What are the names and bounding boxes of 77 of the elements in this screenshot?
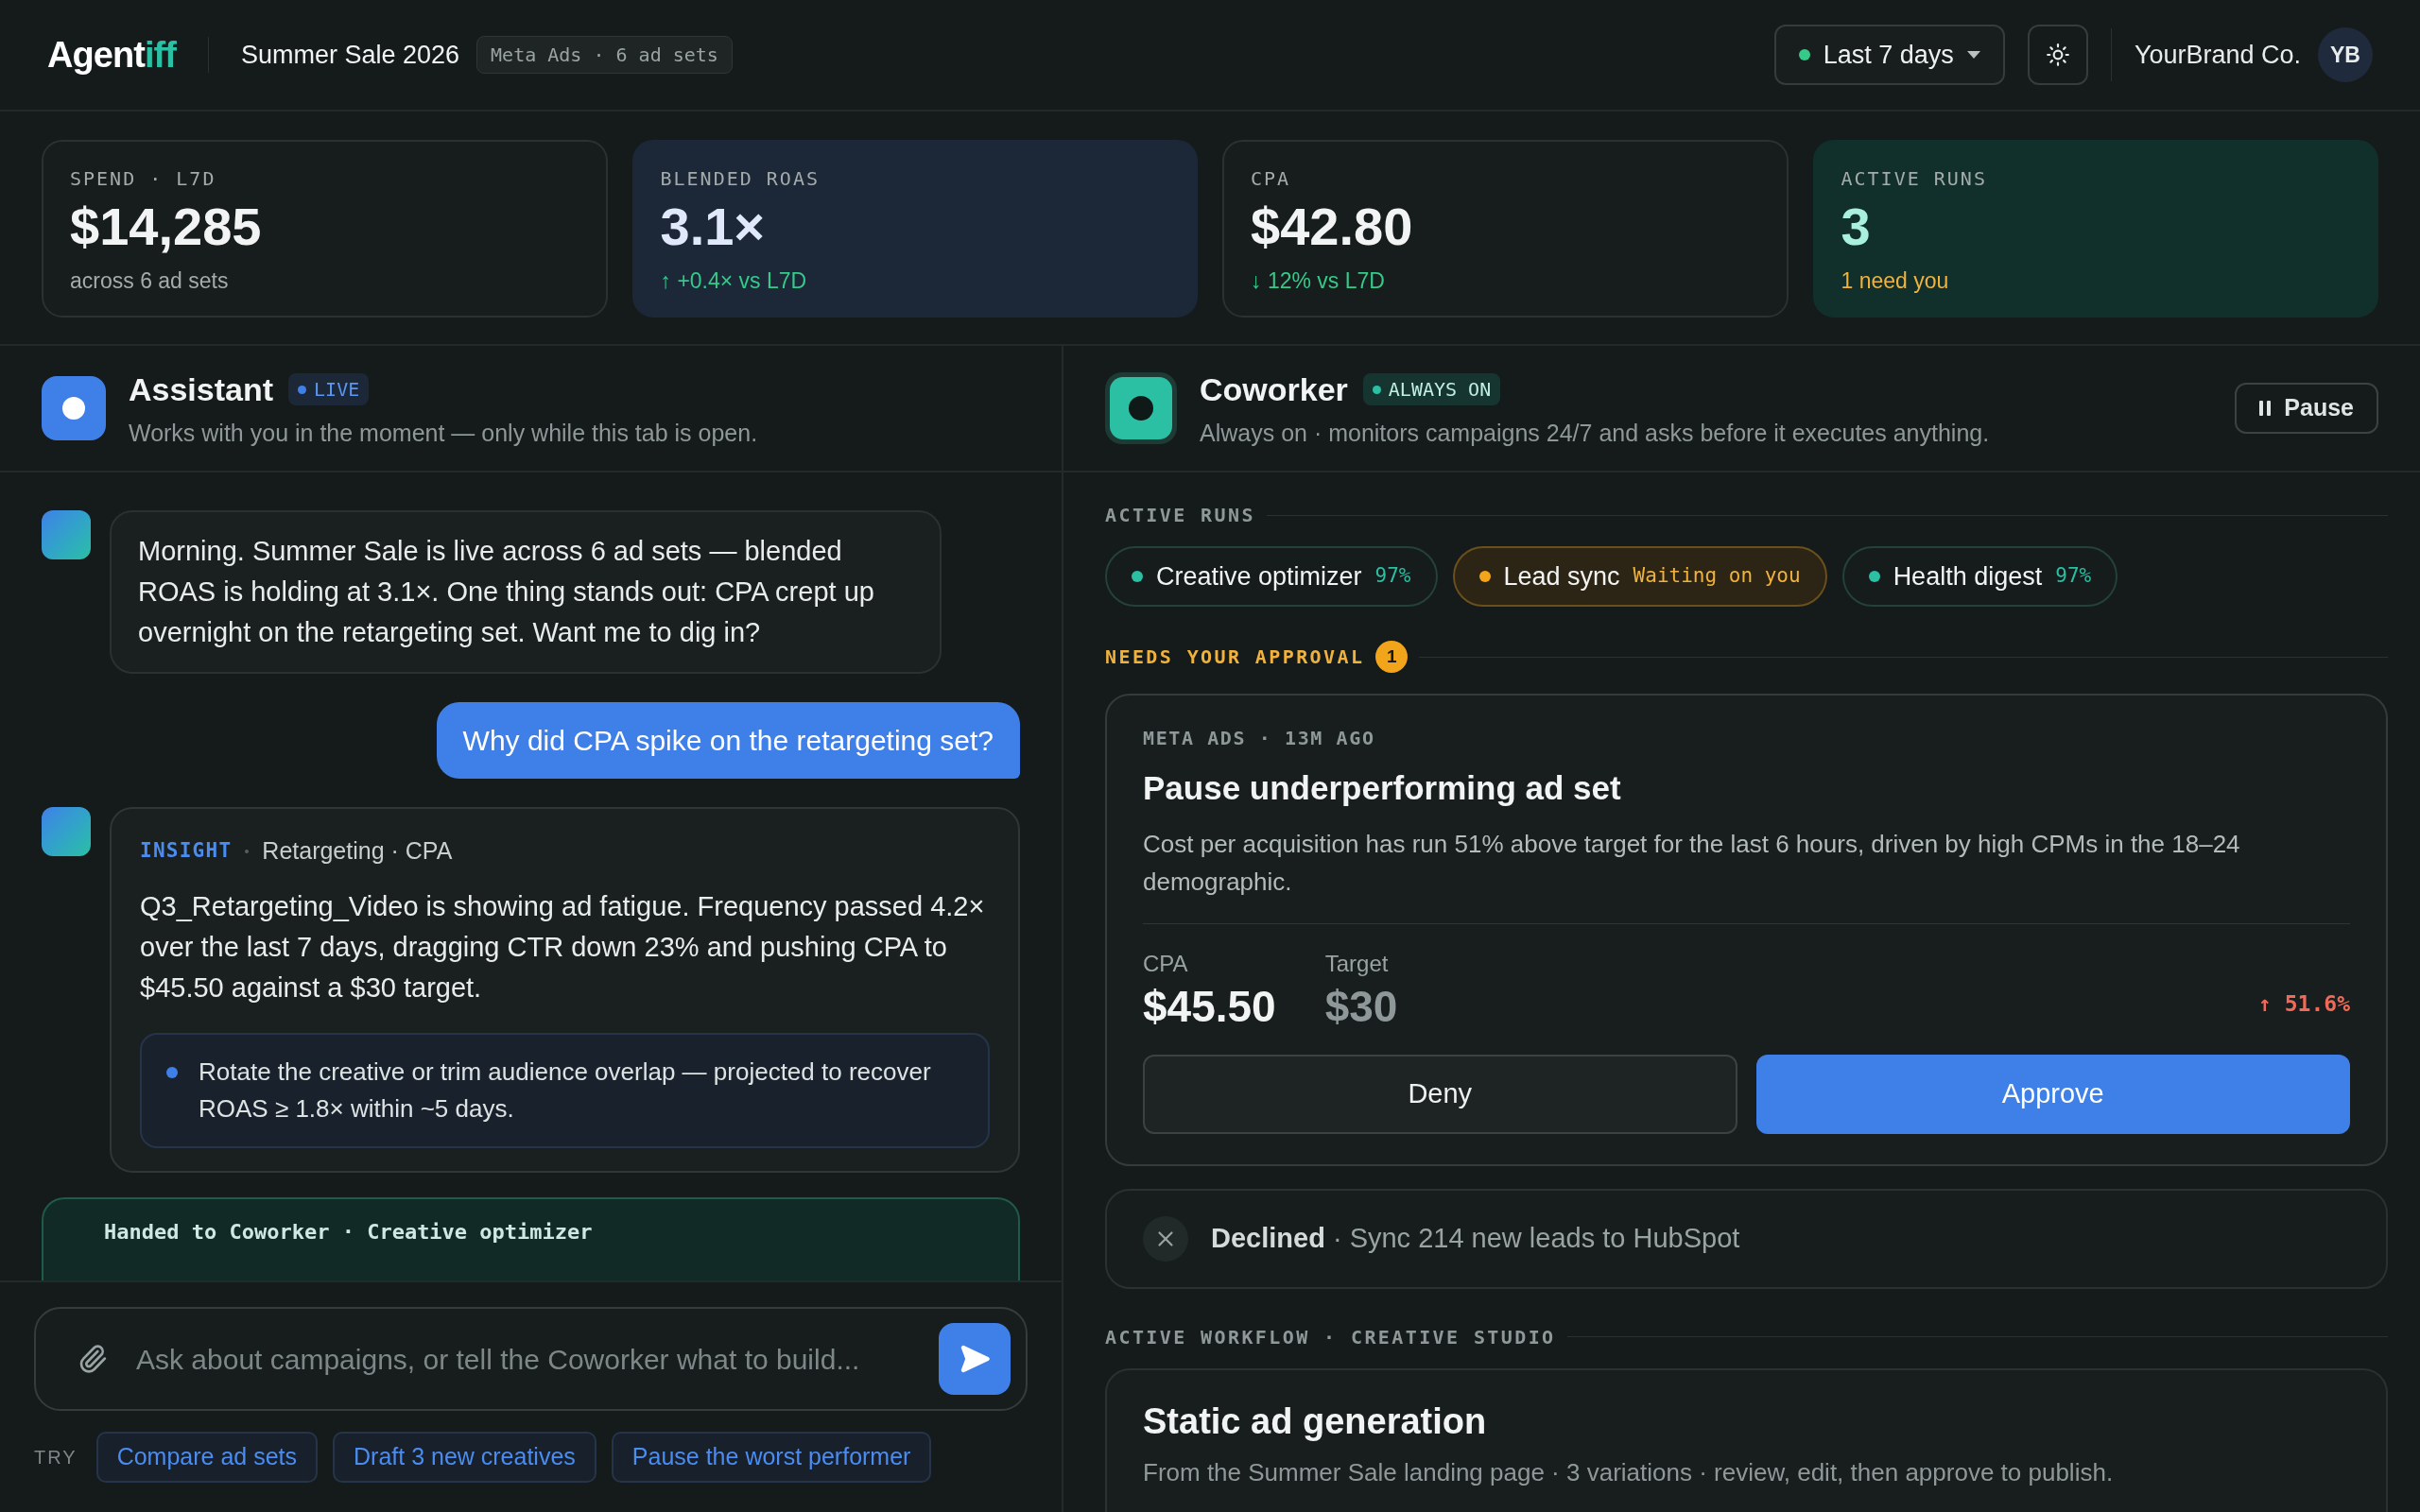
insight-text: Q3_Retargeting_Video is showing ad fatigue. Frequency passed 4.2× over the last 7 days, dragging CTR down 23% and pushing CPA to $45.50 against a $30 target. [140,889,986,1005]
message-input[interactable]: Ask about campaigns, or tell the Coworker what to build... [34,1307,1028,1411]
approve-button[interactable]: Approve [1755,1054,2350,1134]
kpi-label: ACTIVE RUNS [1841,166,1988,192]
metric-value: $45.50 [1143,980,1276,1032]
insight-context: Retargeting · CPA [262,836,453,866]
send-icon [959,1343,991,1375]
date-range-dropdown[interactable]: Last 7 days [1773,25,2005,85]
coworker-icon [1105,372,1177,444]
try-label: TRY [34,1445,78,1469]
attach-icon[interactable] [78,1344,108,1374]
kpi-label: SPEND · L7D [70,166,217,192]
live-badge: LIVE [288,373,370,406]
user-avatar[interactable]: YB [2318,27,2373,82]
approval-meta: META ADS · 13M AGO [1143,726,1376,751]
theme-toggle-button[interactable] [2027,25,2088,85]
metric-label: CPA [1143,949,1189,978]
handoff-text: Handed to Coworker · Creative optimizer [104,1219,593,1244]
assistant-title: Assistant [129,369,274,409]
agent-avatar [42,807,91,856]
close-icon [1143,1215,1188,1262]
approval-description: Cost per acquisition has run 51% above target for the last 6 hours, driven by high CPMs in the 18–24 demographic. [1143,828,2241,898]
run-name: Health digest [1893,560,2043,593]
kpi-label: CPA [1251,166,1292,192]
declined-text: Declined · Sync 214 new leads to HubSpot [1211,1221,1740,1255]
workflow-title: Static ad generation [1143,1400,1488,1443]
suggestion-chip[interactable]: Draft 3 new creatives [333,1432,596,1483]
pause-button[interactable]: Pause [2235,383,2378,434]
assistant-icon [42,376,106,440]
deny-button[interactable]: Deny [1143,1054,1737,1134]
kpi-value: $42.80 [1251,196,1414,258]
run-name: Lead sync [1503,560,1620,593]
send-button[interactable] [939,1323,1011,1395]
section-label: NEEDS YOUR APPROVAL [1105,644,1365,670]
run-pill[interactable]: Health digest 97% [1841,546,2118,607]
agent-message: Morning. Summer Sale is live across 6 ad sets — blended ROAS is holding at 3.1×. One thing stands out: CPA crept up overnight on the retargeting set. Want me to dig in? [110,510,942,674]
section-label: ACTIVE WORKFLOW · CREATIVE STUDIO [1105,1324,1556,1350]
kpi-value: $14,285 [70,196,263,258]
kpi-value: 3.1× [660,196,767,258]
kpi-note: ↓ 12% vs L7D [1251,267,1386,295]
workflow-subtitle: From the Summer Sale landing page · 3 variations · review, edit, then approve to publish. [1143,1456,2115,1488]
recommendation-text: Rotate the creative or trim audience overlap — projected to recover ROAS ≥ 1.8× within ~5 days. [199,1056,932,1125]
kpi-note: 1 need you [1841,267,1950,295]
always-on-badge: ALWAYS ON [1362,373,1501,406]
campaign-meta: Meta Ads · 6 ad sets [476,36,733,74]
account-name[interactable]: YourBrand Co. [2134,35,2301,75]
kpi-label: BLENDED ROAS [660,166,821,192]
user-message: Why did CPA spike on the retargeting set? [436,702,1020,779]
logo[interactable]: Agentiff [47,27,176,82]
run-status: Waiting on you [1633,563,1801,590]
count-badge: 1 [1375,641,1409,673]
metric-value: $30 [1324,980,1398,1032]
insight-tag: INSIGHT [140,836,233,867]
kpi-note: ↑ +0.4× vs L7D [660,267,808,295]
sun-icon [2045,43,2070,67]
run-status: 97% [1374,563,1411,590]
kpi-value: 3 [1841,196,1872,258]
run-status: 97% [2055,563,2092,590]
delta-value: ↑ 51.6% [2258,990,2350,1018]
pause-icon [2259,401,2272,416]
coworker-title: Coworker [1200,369,1348,409]
assistant-subtitle: Works with you in the moment — only while this tab is open. [129,418,758,448]
campaign-title: Summer Sale 2026 [240,39,460,71]
agent-avatar [42,510,91,559]
kpi-note: across 6 ad sets [70,267,230,295]
run-name: Creative optimizer [1156,560,1362,593]
message-field[interactable]: Ask about campaigns, or tell the Coworker what to build... [136,1337,910,1381]
bullet-icon [166,1066,178,1078]
caret-icon [1966,51,1980,59]
section-label: ACTIVE RUNS [1105,503,1255,528]
run-pill[interactable]: Lead sync Waiting on you [1452,546,1827,607]
suggestion-chip[interactable]: Compare ad sets [95,1432,318,1483]
run-pill[interactable]: Creative optimizer 97% [1105,546,1438,607]
metric-label: Target [1324,949,1390,978]
coworker-subtitle: Always on · monitors campaigns 24/7 and asks before it executes anything. [1200,418,1991,448]
suggestion-chip[interactable]: Pause the worst performer [611,1432,932,1483]
approval-title: Pause underperforming ad set [1143,768,1622,808]
